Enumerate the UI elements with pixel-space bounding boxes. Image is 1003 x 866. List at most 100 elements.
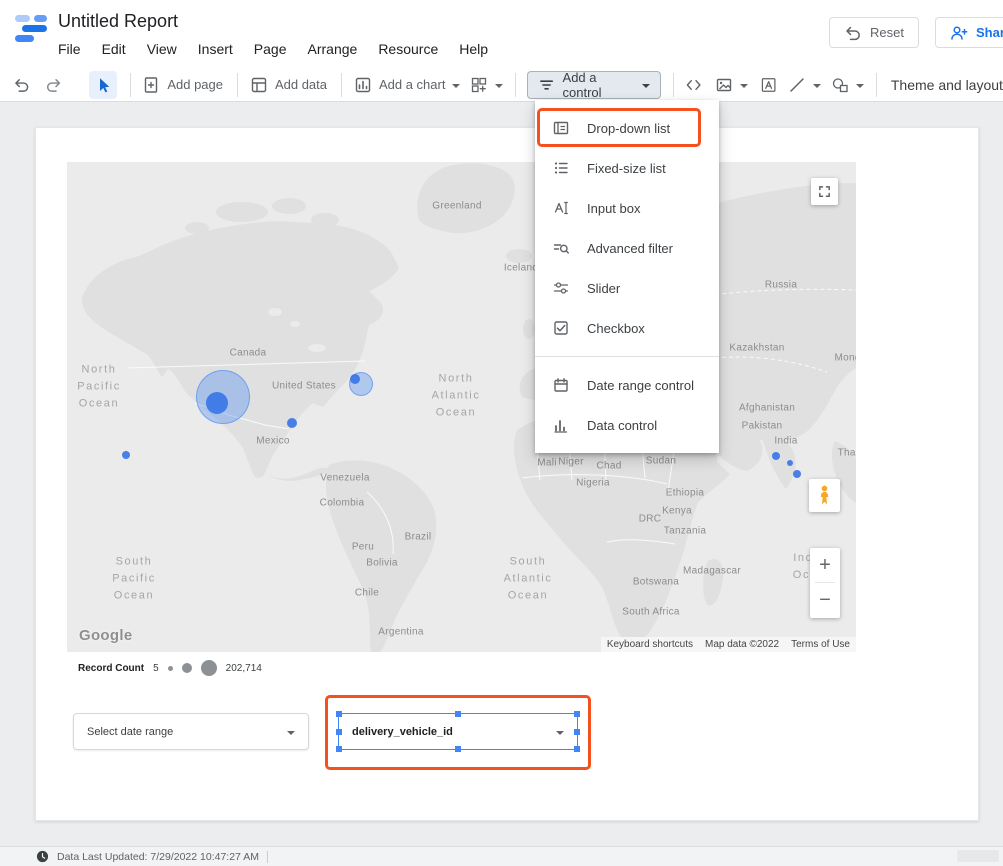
reset-button[interactable]: Reset: [829, 17, 919, 48]
menu-item-date-range-control[interactable]: Date range control: [535, 365, 719, 405]
zoom-in-button[interactable]: +: [810, 548, 840, 582]
insert-line-button[interactable]: [788, 76, 821, 94]
status-bar: Data Last Updated: 7/29/2022 10:47:27 AM: [0, 846, 1003, 866]
menu-item-slider[interactable]: Slider: [535, 268, 719, 308]
selection-handle-sw[interactable]: [336, 746, 342, 752]
data-last-updated-text: Data Last Updated: 7/29/2022 10:47:27 AM: [57, 851, 259, 863]
data-studio-logo[interactable]: [14, 13, 48, 45]
terms-of-use-link[interactable]: Terms of Use: [785, 637, 856, 652]
chevron-down-icon: [556, 731, 564, 735]
shape-icon: [831, 76, 849, 94]
menu-insert[interactable]: Insert: [198, 41, 233, 57]
add-data-icon: [250, 76, 268, 94]
chevron-down-icon: [452, 84, 460, 88]
legend-bubble-large: [201, 660, 217, 676]
add-page-icon: [142, 76, 160, 94]
select-tool[interactable]: [89, 71, 118, 99]
add-page-label: Add page: [167, 77, 223, 92]
toolbar-separator: [876, 73, 877, 97]
legend-max-value: 202,714: [226, 663, 262, 674]
menu-item-label: Date range control: [587, 378, 694, 393]
date-range-label: Select date range: [87, 726, 173, 738]
theme-and-layout-button[interactable]: Theme and layout: [891, 77, 1003, 93]
add-chart-label: Add a chart: [379, 77, 446, 92]
redo-icon[interactable]: [45, 76, 62, 94]
street-view-pegman-button[interactable]: [809, 479, 840, 512]
selection-handle-e[interactable]: [574, 729, 580, 735]
selection-handle-n[interactable]: [455, 711, 461, 717]
menu-edit[interactable]: Edit: [102, 41, 126, 57]
status-divider: [267, 851, 268, 863]
dropdown-control-delivery-vehicle-id[interactable]: delivery_vehicle_id: [338, 713, 578, 750]
insert-image-button[interactable]: [715, 76, 748, 94]
menu-item-input-box[interactable]: Input box: [535, 188, 719, 228]
person-add-icon: [950, 24, 968, 42]
selection-handle-se[interactable]: [574, 746, 580, 752]
map-data-credit: Map data ©2022: [699, 637, 785, 652]
map-fullscreen-button[interactable]: [811, 178, 838, 205]
data-control-icon: [552, 416, 570, 434]
fixed-size-list-icon: [552, 159, 570, 177]
selection-handle-nw[interactable]: [336, 711, 342, 717]
dropdown-list-icon: [552, 119, 570, 137]
date-range-control[interactable]: Select date range: [73, 713, 309, 750]
map-bubble: [350, 374, 360, 384]
menu-item-label: Slider: [587, 281, 620, 296]
menu-divider: [535, 356, 719, 357]
menu-resource[interactable]: Resource: [378, 41, 438, 57]
geo-bubble-map-chart[interactable]: GreenlandIcelandCanadaUnited StatesMexic…: [67, 162, 856, 652]
add-control-button[interactable]: Add a control: [527, 71, 661, 99]
add-chart-button[interactable]: Add a chart: [354, 76, 461, 94]
menu-view[interactable]: View: [147, 41, 177, 57]
menu-item-label: Fixed-size list: [587, 161, 666, 176]
selection-handle-ne[interactable]: [574, 711, 580, 717]
menu-item-data-control[interactable]: Data control: [535, 405, 719, 445]
selection-handle-w[interactable]: [336, 729, 342, 735]
menu-item-dropdown-list[interactable]: Drop-down list: [535, 108, 719, 148]
map-attribution: Keyboard shortcuts Map data ©2022 Terms …: [601, 637, 856, 652]
checkbox-icon: [552, 319, 570, 337]
toolbar-separator: [237, 73, 238, 97]
legend-bubble-small: [168, 666, 173, 671]
insert-shape-button[interactable]: [831, 76, 864, 94]
map-bubble: [122, 451, 130, 459]
undo-icon[interactable]: [13, 76, 30, 94]
menu-file[interactable]: File: [58, 41, 81, 57]
add-control-label: Add a control: [563, 70, 636, 100]
add-control-menu: Drop-down list Fixed-size list Input box…: [535, 100, 719, 453]
share-label: Share: [976, 25, 1003, 40]
add-data-button[interactable]: Add data: [250, 76, 327, 94]
legend-min-value: 5: [153, 663, 159, 674]
embed-code-icon[interactable]: [685, 76, 702, 94]
add-chart-icon: [354, 76, 372, 94]
menu-item-advanced-filter[interactable]: Advanced filter: [535, 228, 719, 268]
chevron-down-icon: [287, 731, 295, 735]
menu-item-label: Checkbox: [587, 321, 645, 336]
chevron-down-icon: [740, 84, 748, 88]
scrollbar-thumb[interactable]: [957, 850, 999, 862]
menu-help[interactable]: Help: [459, 41, 488, 57]
google-maps-logo[interactable]: Google: [79, 627, 132, 644]
menu-arrange[interactable]: Arrange: [308, 41, 358, 57]
menu-item-checkbox[interactable]: Checkbox: [535, 308, 719, 348]
menu-item-fixed-size-list[interactable]: Fixed-size list: [535, 148, 719, 188]
share-button[interactable]: Share: [935, 17, 1003, 48]
pegman-icon: [817, 483, 832, 508]
toolbar-separator: [341, 73, 342, 97]
map-bubble: [787, 460, 793, 466]
community-visualizations-button[interactable]: [470, 76, 503, 94]
selection-handle-s[interactable]: [455, 746, 461, 752]
text-box-icon[interactable]: [760, 76, 777, 94]
zoom-out-button[interactable]: −: [810, 583, 840, 617]
line-icon: [788, 76, 806, 94]
chevron-down-icon: [856, 84, 864, 88]
keyboard-shortcuts-link[interactable]: Keyboard shortcuts: [601, 637, 699, 652]
menu-item-label: Drop-down list: [587, 121, 670, 136]
menu-page[interactable]: Page: [254, 41, 287, 57]
chevron-down-icon: [813, 84, 821, 88]
add-page-button[interactable]: Add page: [142, 76, 223, 94]
report-page[interactable]: GreenlandIcelandCanadaUnited StatesMexic…: [35, 127, 979, 821]
community-viz-icon: [470, 76, 488, 94]
report-title[interactable]: Untitled Report: [58, 11, 178, 32]
app-header: Untitled Report File Edit View Insert Pa…: [0, 0, 1003, 68]
